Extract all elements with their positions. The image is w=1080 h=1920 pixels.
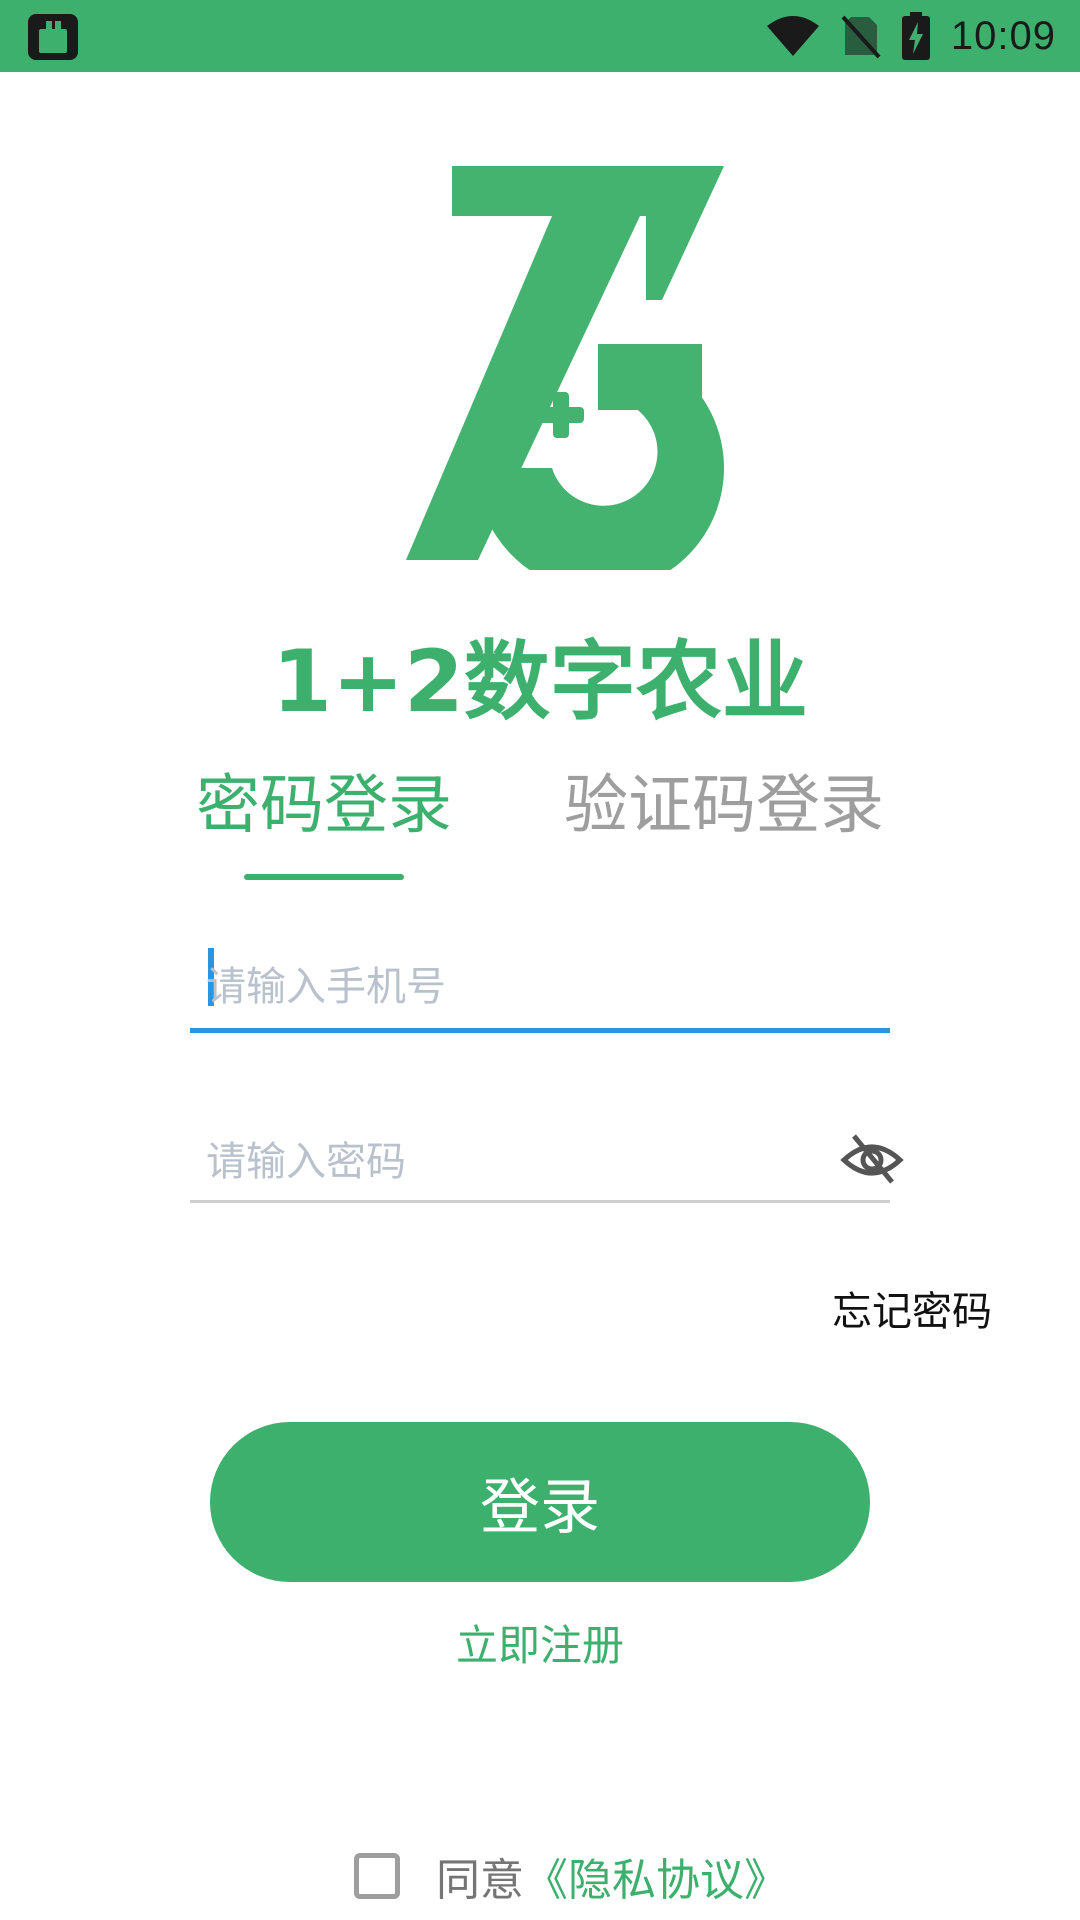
no-sim-icon: [841, 15, 881, 59]
password-input[interactable]: [206, 1127, 786, 1197]
active-tab-indicator: [244, 874, 404, 880]
register-link[interactable]: 立即注册: [456, 1621, 624, 1670]
phone-input[interactable]: [206, 952, 786, 1022]
agreement-row: 同意 《隐私协议》: [354, 1846, 788, 1906]
forgot-password-link[interactable]: 忘记密码: [832, 1284, 992, 1340]
phone-field: [190, 940, 890, 1033]
tab-password-login[interactable]: 密码登录: [196, 766, 452, 846]
tab-code-login[interactable]: 验证码登录: [564, 766, 884, 846]
brand-logo-icon: [406, 166, 724, 570]
agreement-prefix: 同意: [436, 1855, 524, 1906]
eye-off-icon[interactable]: [840, 1130, 904, 1186]
status-time: 10:09: [950, 13, 1056, 58]
password-field: [190, 1115, 890, 1203]
status-icons: 10:09: [765, 0, 1056, 72]
clipboard-app-icon: [28, 14, 78, 60]
agreement-checkbox[interactable]: [354, 1853, 400, 1899]
wifi-icon: [766, 16, 819, 56]
login-button[interactable]: 登录: [210, 1422, 870, 1582]
privacy-policy-link[interactable]: 《隐私协议》: [524, 1844, 788, 1908]
register-row: 立即注册: [0, 1618, 1080, 1674]
status-bar: 10:09: [0, 0, 1080, 72]
app-name: 1+2数字农业: [272, 632, 808, 732]
battery-charging-icon: [901, 12, 930, 60]
